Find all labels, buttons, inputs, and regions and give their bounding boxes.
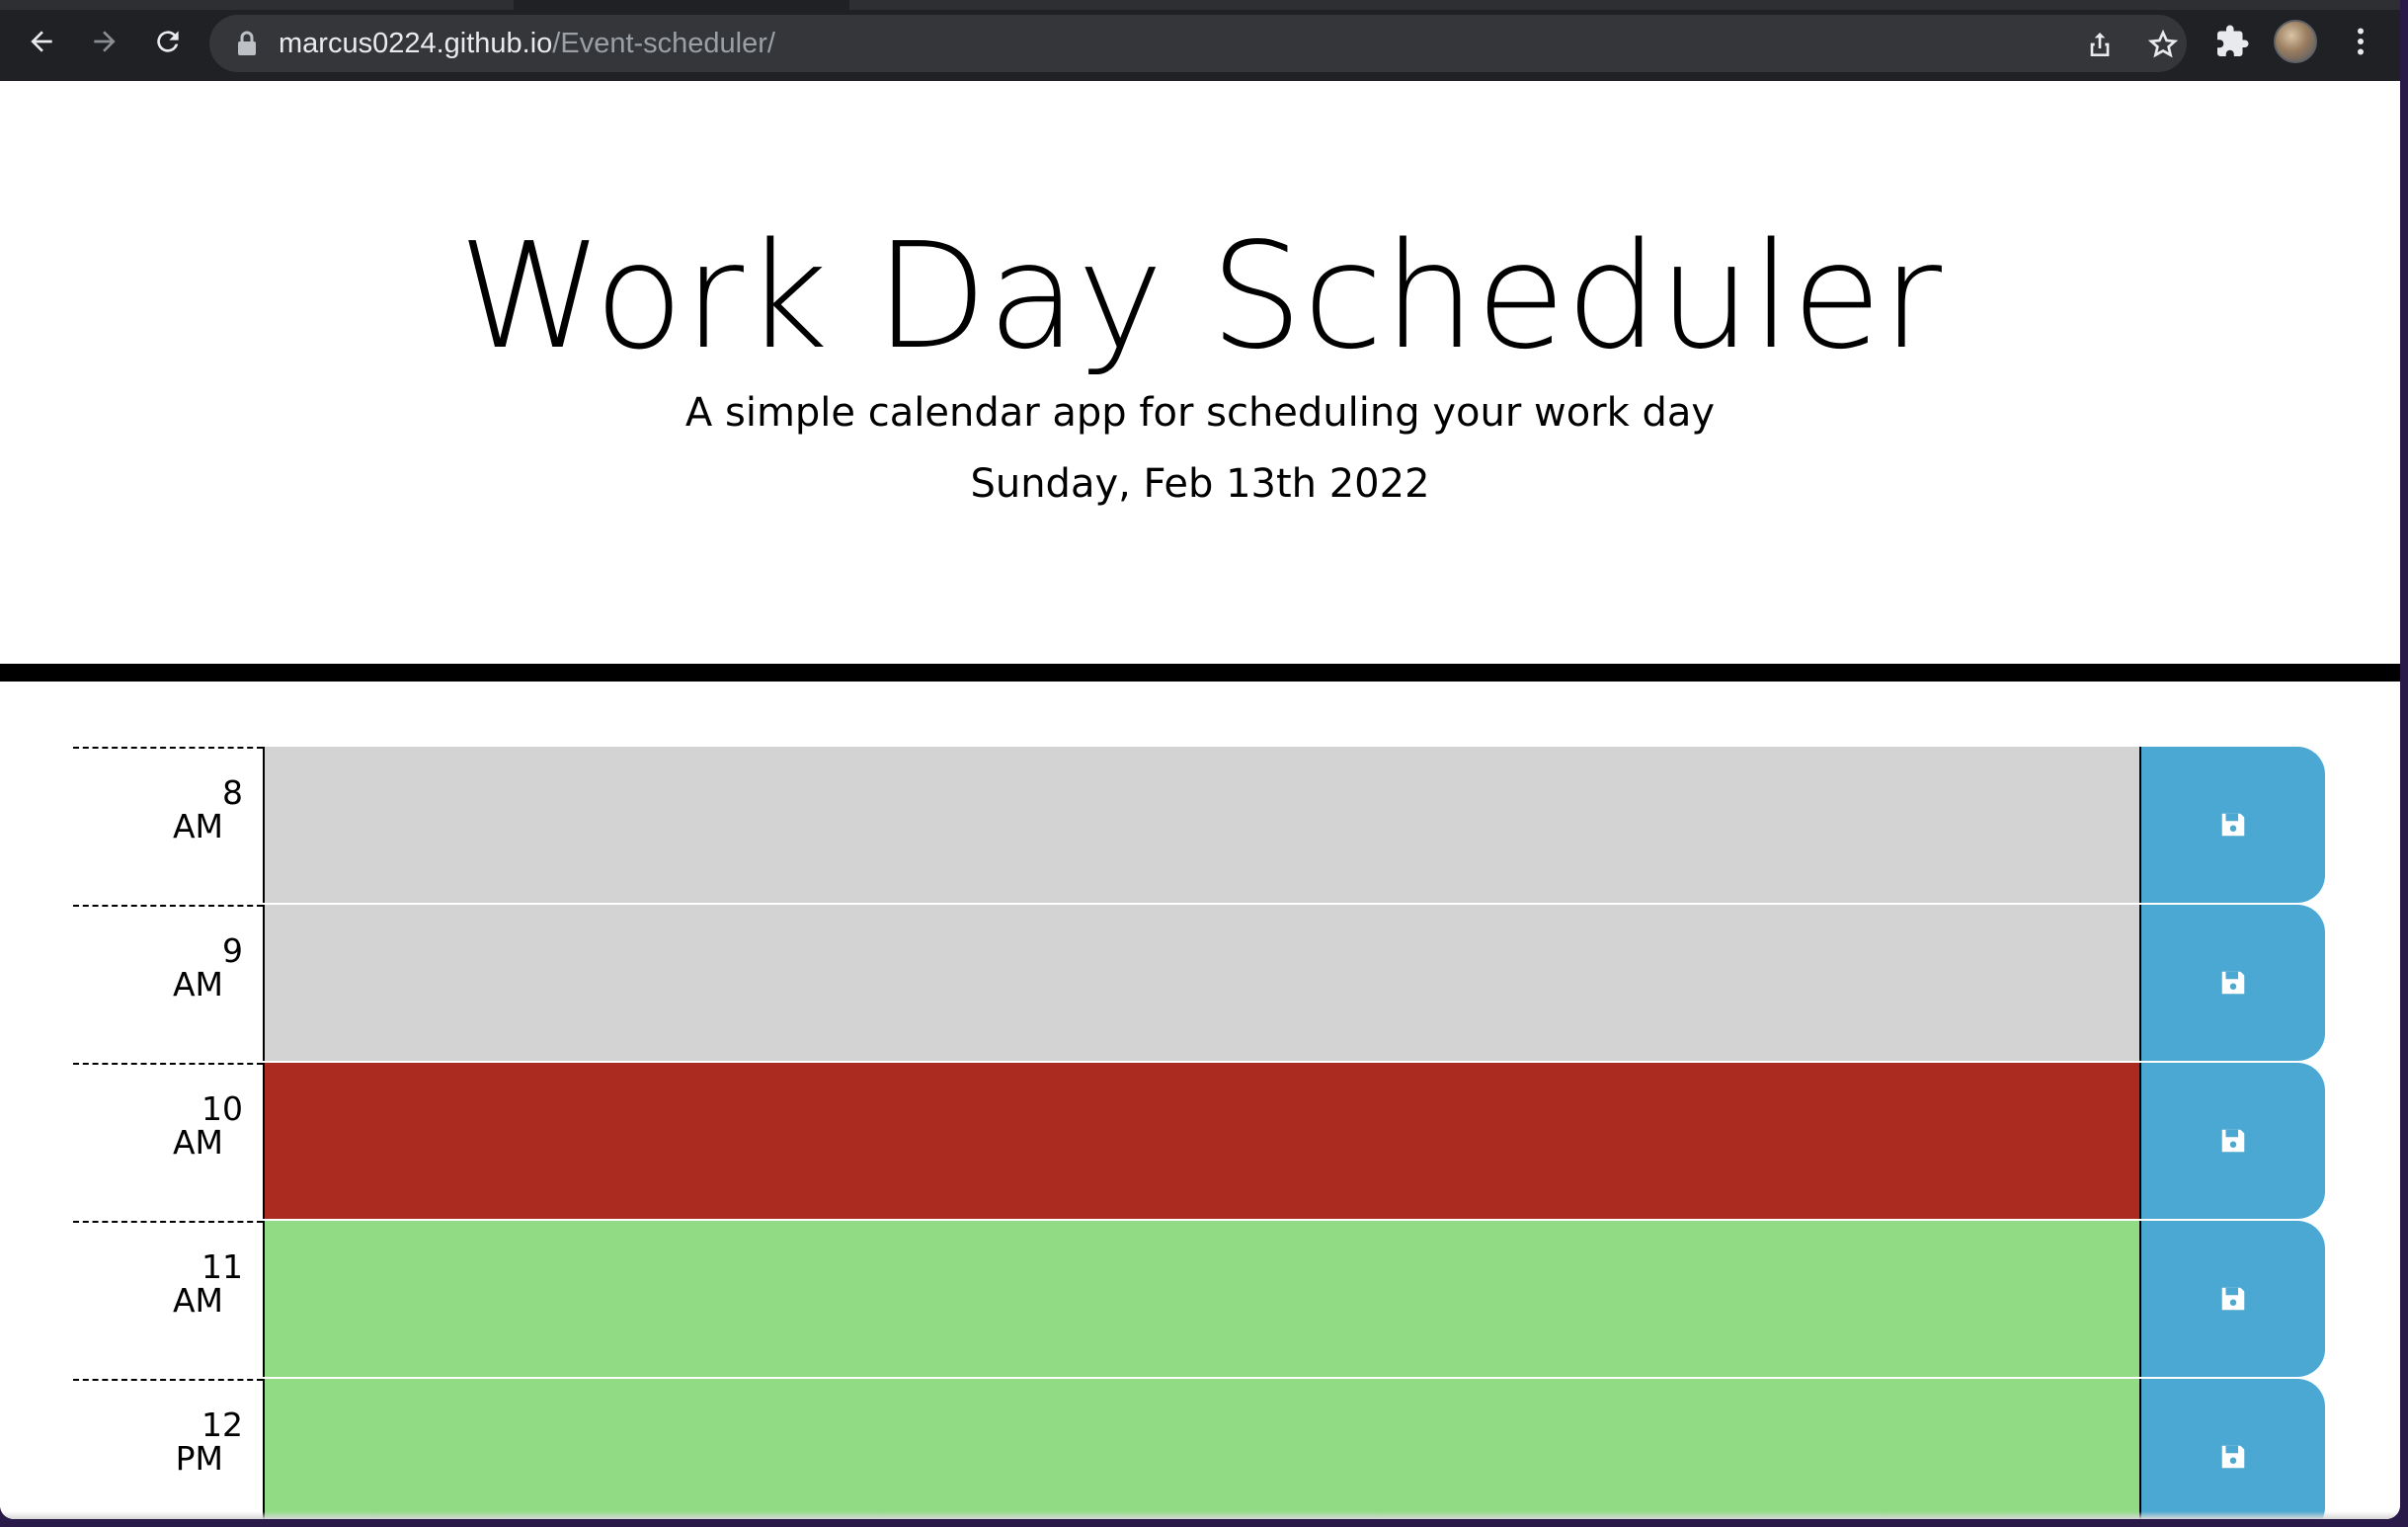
browser-toolbar: marcus0224.github.io/Event-scheduler/ [0,0,2400,81]
page-title: Work Day Scheduler [457,211,1943,381]
forward-button[interactable] [83,20,126,63]
hour-label: 11 AM [73,1221,263,1379]
hour-number: 8 [222,773,243,812]
share-icon[interactable] [2084,29,2116,60]
event-textarea[interactable] [263,905,2139,1061]
back-arrow-icon [31,31,52,52]
hour-label: 9 AM [73,905,263,1063]
hour-period: AM [172,1281,223,1320]
hour-period: PM [175,1439,223,1478]
hour-number: 10 [201,1089,243,1128]
kebab-menu-icon[interactable] [2343,24,2378,59]
hour-number: 9 [222,931,243,970]
event-textarea[interactable] [263,747,2139,903]
page-content: Work Day Scheduler A simple calendar app… [0,81,2400,1519]
save-button[interactable] [2139,905,2325,1061]
address-bar[interactable]: marcus0224.github.io/Event-scheduler/ [209,15,2187,72]
timeblock-row: 12 PM [0,1379,2400,1519]
active-tab[interactable] [514,0,849,10]
hour-period: AM [172,965,223,1004]
star-icon[interactable] [2147,29,2179,60]
puzzle-icon[interactable] [2214,24,2250,59]
page-subtitle: A simple calendar app for scheduling you… [684,390,1716,436]
event-textarea[interactable] [263,1379,2139,1519]
url-path: /Event-scheduler/ [552,28,775,59]
lock-icon [238,31,256,55]
timeblock-row: 9 AM [0,905,2400,1063]
save-button[interactable] [2139,1221,2325,1377]
url-host: marcus0224.github.io [279,28,553,59]
hour-label: 10 AM [73,1063,263,1221]
reload-button[interactable] [146,20,190,63]
url-text: marcus0224.github.io/Event-scheduler/ [279,26,775,61]
floppy-disk-icon [2221,813,2245,837]
profile-avatar[interactable] [2274,20,2317,63]
header-divider [0,664,2400,682]
reload-icon [157,31,179,52]
timeblock-row: 11 AM [0,1221,2400,1379]
event-textarea[interactable] [263,1063,2139,1219]
floppy-disk-icon [2221,1445,2245,1469]
floppy-disk-icon [2221,1129,2245,1153]
hour-number: 12 [201,1406,243,1444]
hour-period: AM [172,807,223,845]
back-button[interactable] [20,20,63,63]
save-button[interactable] [2139,1063,2325,1219]
browser-window: marcus0224.github.io/Event-scheduler/ Wo… [0,0,2400,1519]
timeblock-row: 10 AM [0,1063,2400,1221]
event-textarea[interactable] [263,1221,2139,1377]
save-button[interactable] [2139,1379,2325,1519]
jumbotron-header: Work Day Scheduler A simple calendar app… [0,81,2400,664]
scroll-fade [0,1511,2400,1519]
forward-arrow-icon [94,31,116,52]
floppy-disk-icon [2221,971,2245,995]
current-day: Sunday, Feb 13th 2022 [970,461,1430,507]
floppy-disk-icon [2221,1287,2245,1311]
timeblock-row: 8 AM [0,747,2400,905]
save-button[interactable] [2139,747,2325,903]
hour-period: AM [172,1123,223,1162]
hour-number: 11 [201,1247,243,1286]
hour-label: 8 AM [73,747,263,905]
hour-label: 12 PM [73,1379,263,1519]
tab-strip [0,0,2400,10]
